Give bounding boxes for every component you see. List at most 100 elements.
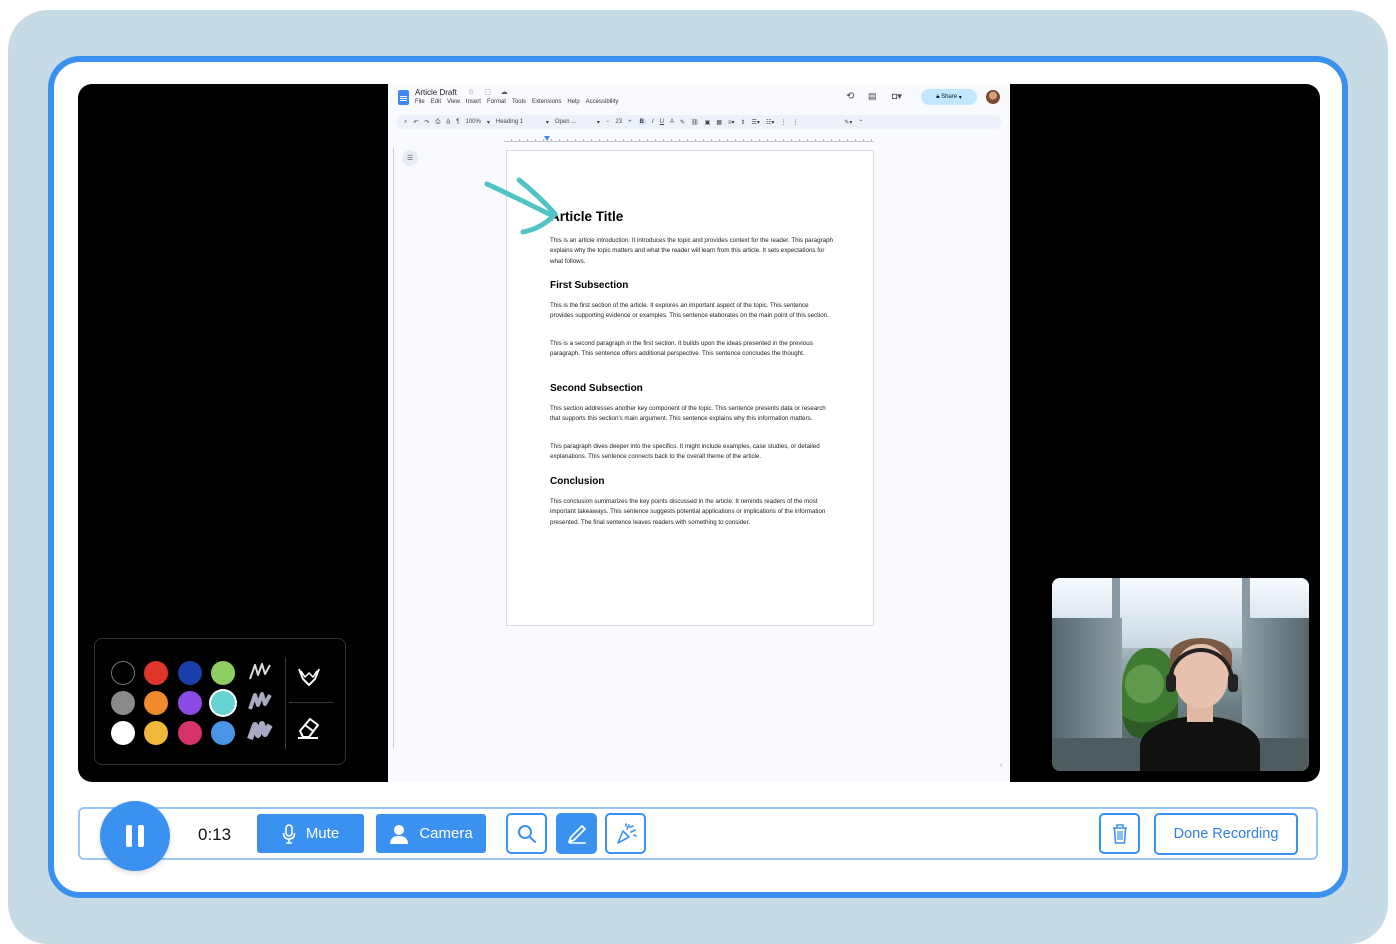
section1-paragraph-1: This is the first section of the article… <box>550 302 829 320</box>
indent-marker-icon[interactable] <box>544 136 550 141</box>
menu-tools[interactable]: Tools <box>512 99 526 105</box>
menu-insert[interactable]: Insert <box>466 99 481 105</box>
numbered-list-icon[interactable]: ⋮ <box>780 119 786 126</box>
camera-preview[interactable] <box>1052 578 1309 771</box>
link-icon[interactable]: ⛓ <box>691 119 699 126</box>
font-size-decrease-icon[interactable]: − <box>606 119 610 125</box>
comments-icon[interactable]: ▤ <box>868 91 877 102</box>
document-outline-icon[interactable]: ☰ <box>402 150 418 166</box>
section2-paragraph-2: This paragraph dives deeper into the spe… <box>550 443 820 461</box>
star-icon[interactable]: ☆ ⬚ ☁ <box>468 88 512 96</box>
pen-thick-icon[interactable] <box>247 719 273 743</box>
bullet-list-icon[interactable]: ☷▾ <box>766 119 774 126</box>
font-size-increase-icon[interactable]: + <box>628 119 632 125</box>
recording-timer: 0:13 <box>198 825 232 844</box>
bold-icon[interactable]: B <box>637 119 646 125</box>
color-swatch-yellow[interactable] <box>144 721 168 745</box>
camera-label: Camera <box>419 825 473 842</box>
confetti-button[interactable] <box>605 813 646 854</box>
palette-divider <box>289 702 333 703</box>
font-size-input[interactable]: 23 <box>615 119 622 125</box>
headset <box>1166 674 1176 692</box>
zoom-button[interactable] <box>506 813 547 854</box>
version-history-icon[interactable]: ⟲ <box>846 91 854 102</box>
collapse-menus-icon[interactable]: ⌃ <box>858 119 863 126</box>
menu-edit[interactable]: Edit <box>431 99 441 105</box>
docs-toolbar: ⌕ ↶ ↷ ⎙ A̲ ¶ 100% ▾ Heading 1 ▾ Open ...… <box>396 115 1002 129</box>
presenter <box>1140 716 1260 771</box>
menu-extensions[interactable]: Extensions <box>532 99 561 105</box>
avatar[interactable] <box>986 90 1000 104</box>
mute-button[interactable]: Mute <box>257 814 364 853</box>
color-swatch-orange[interactable] <box>144 691 168 715</box>
line-spacing-icon[interactable]: ⇕ <box>741 119 746 126</box>
color-swatch-red[interactable] <box>144 661 168 685</box>
redo-icon[interactable]: ↷ <box>424 119 429 126</box>
print-icon[interactable]: ⎙ <box>435 119 440 126</box>
menu-help[interactable]: Help <box>567 99 579 105</box>
section2-heading: Second Subsection <box>550 383 643 394</box>
intro-paragraph: This is an article introduction. It intr… <box>550 237 833 265</box>
style-select[interactable]: Heading 1 <box>496 119 540 125</box>
pause-button[interactable] <box>100 801 170 871</box>
paint-format-icon[interactable]: ¶ <box>456 119 459 125</box>
share-label: Share <box>941 94 958 100</box>
menu-file[interactable]: File <box>415 99 425 105</box>
more-icon[interactable]: ⋮ <box>792 119 798 126</box>
pen-medium-icon[interactable] <box>247 689 273 713</box>
highlighter-icon[interactable] <box>295 663 323 691</box>
color-swatch-gray[interactable] <box>111 691 135 715</box>
share-button[interactable]: 🔒︎ Share ▾ <box>921 89 977 105</box>
section1-paragraph-2: This is a second paragraph in the first … <box>550 340 813 358</box>
menu-format[interactable]: Format <box>487 99 506 105</box>
chevron-left-icon[interactable]: ‹ <box>1000 762 1002 769</box>
color-swatch-pink[interactable] <box>178 721 202 745</box>
docs-logo-icon <box>398 90 409 105</box>
insert-image-icon[interactable]: ▦ <box>716 119 722 126</box>
vertical-ruler <box>388 148 394 748</box>
align-icon[interactable]: ≡▾ <box>728 119 735 126</box>
eraser-icon[interactable] <box>294 713 322 741</box>
drawn-arrow-annotation <box>484 177 558 235</box>
meet-icon[interactable]: ◘▾ <box>892 91 902 102</box>
microphone-icon <box>282 823 296 844</box>
done-recording-button[interactable]: Done Recording <box>1154 813 1298 855</box>
conclusion-paragraph: This conclusion summarizes the key point… <box>550 498 826 526</box>
color-swatch-white[interactable] <box>111 721 135 745</box>
doc-title[interactable]: Article Draft <box>415 88 457 97</box>
drawing-palette <box>94 638 346 765</box>
horizontal-ruler[interactable] <box>504 134 874 142</box>
pen-icon <box>567 824 586 844</box>
color-swatch-blue[interactable] <box>211 721 235 745</box>
undo-icon[interactable]: ↶ <box>413 119 418 126</box>
conclusion-heading: Conclusion <box>550 476 605 487</box>
delete-recording-button[interactable] <box>1099 813 1140 854</box>
text-color-icon[interactable]: A <box>670 119 674 125</box>
color-swatch-lime[interactable] <box>211 661 235 685</box>
headset <box>1228 674 1238 692</box>
color-swatch-black[interactable] <box>111 661 135 685</box>
magnifier-icon <box>517 824 536 843</box>
color-swatch-teal-selected[interactable] <box>211 691 235 715</box>
chevron-down-icon: ▾ <box>486 119 490 126</box>
search-menus-icon[interactable]: ⌕ <box>404 119 407 126</box>
highlight-color-icon[interactable]: ✎ <box>680 119 685 126</box>
underline-icon[interactable]: U <box>660 119 664 125</box>
chevron-down-icon: ▾ <box>545 119 549 126</box>
spellcheck-icon[interactable]: A̲ <box>446 119 450 125</box>
camera-button[interactable]: Camera <box>376 814 486 853</box>
italic-icon[interactable]: I <box>652 119 654 125</box>
draw-button[interactable] <box>556 813 597 854</box>
chevron-down-icon: ▾ <box>596 119 600 126</box>
menu-accessibility[interactable]: Accessibility <box>586 99 619 105</box>
checklist-icon[interactable]: ☰▾ <box>752 119 760 126</box>
editing-mode-icon[interactable]: ✎▾ <box>844 119 852 126</box>
pen-thin-icon[interactable] <box>247 659 273 683</box>
menu-view[interactable]: View <box>447 99 460 105</box>
color-swatch-navy[interactable] <box>178 661 202 685</box>
insert-comment-icon[interactable]: ▣ <box>705 119 711 126</box>
confetti-icon <box>616 822 637 844</box>
zoom-select[interactable]: 100% <box>466 119 481 125</box>
color-swatch-purple[interactable] <box>178 691 202 715</box>
font-select[interactable]: Open ... <box>555 119 591 125</box>
